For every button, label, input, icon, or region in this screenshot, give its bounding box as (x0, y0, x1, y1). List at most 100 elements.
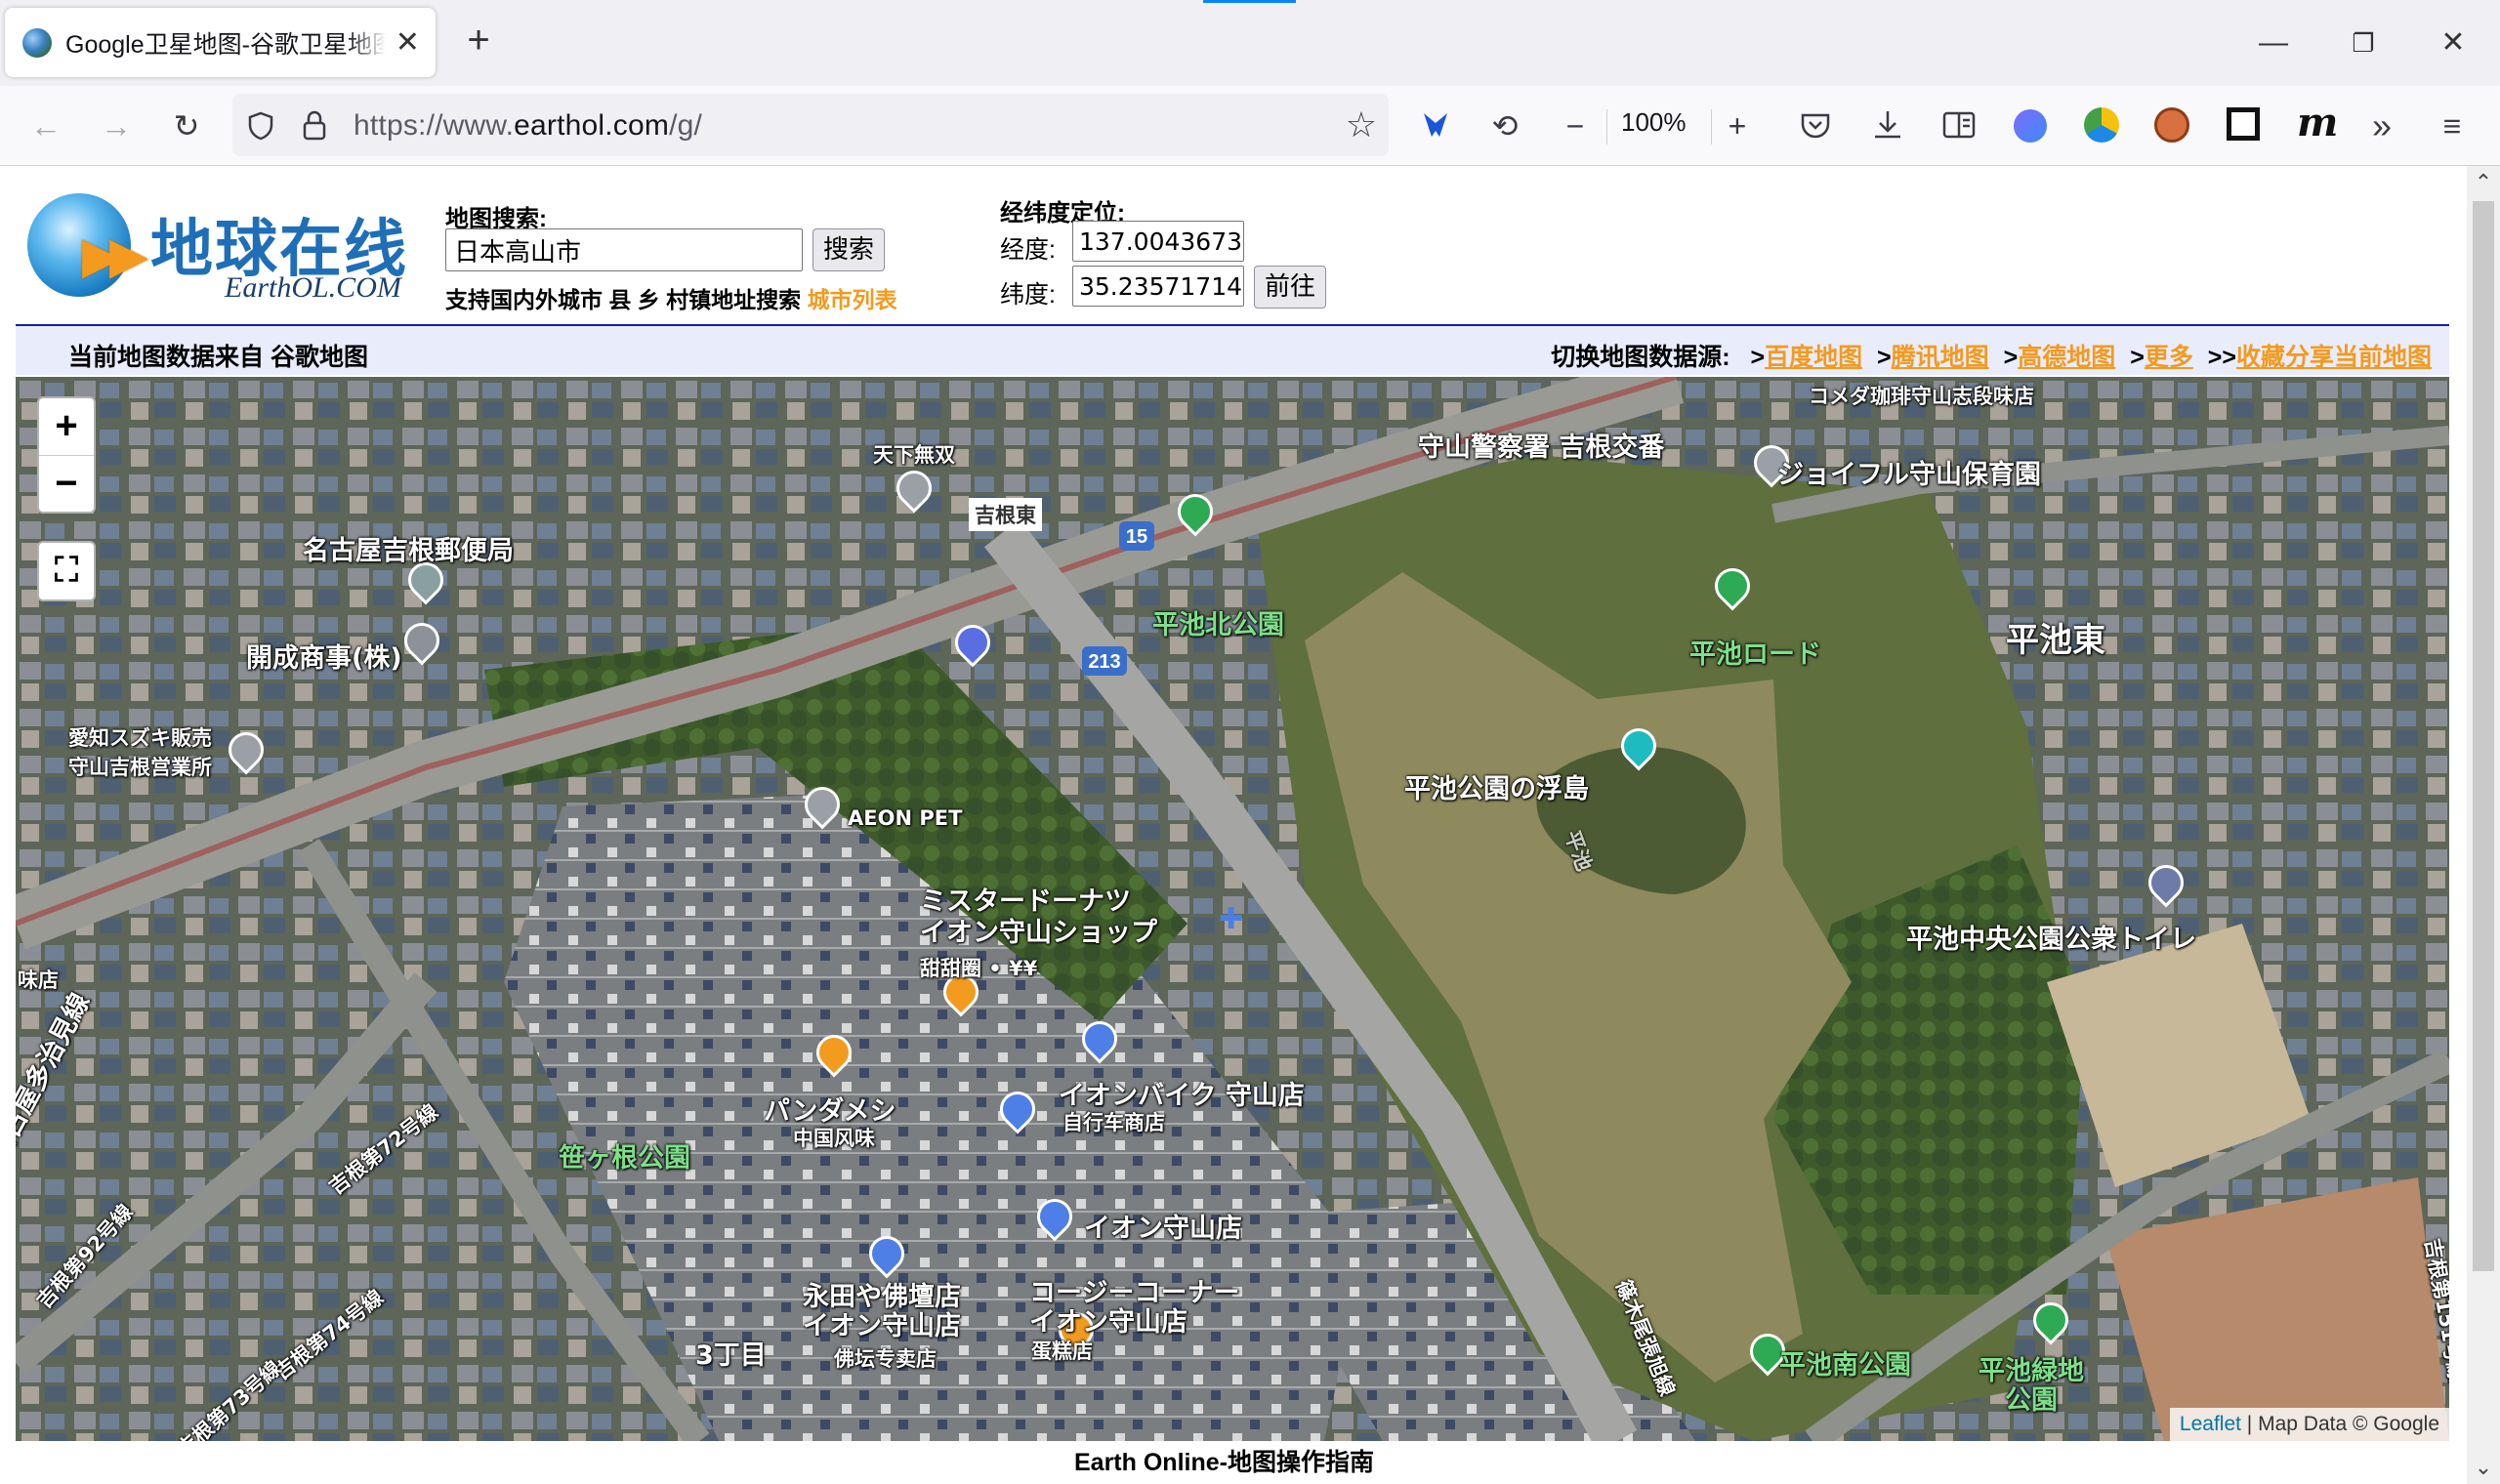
map-label: 笹ヶ根公園 (559, 1143, 690, 1174)
map-label: 平池公園の浮島 (1404, 774, 1589, 804)
new-tab-button[interactable]: + (459, 21, 498, 61)
url-text[interactable]: https://www.earthol.com/g/ (354, 109, 702, 143)
map-label: 佛坛专卖店 (834, 1347, 937, 1371)
map-label: 愛知スズキ販売 守山吉根営業所 (68, 726, 212, 779)
switch-source-label: 切换地图数据源: (1551, 344, 1730, 371)
tab-bar: Google卫星地图-谷歌卫星地图 ✕ + — ❐ ✕ (0, 0, 2500, 86)
map-label: 名古屋吉根郵便局 (303, 536, 514, 566)
search-note: 支持国内外城市 县 乡 村镇地址搜索 城市列表 (445, 287, 897, 312)
map-label: イオン守山店 (1084, 1214, 1242, 1244)
current-source: 当前地图数据来自 谷歌地图 (68, 344, 368, 371)
map-label: 甜甜圈 • ¥¥ (920, 957, 1038, 980)
bookmark-share-link[interactable]: 收藏分享当前地图 (2236, 344, 2432, 371)
go-button[interactable]: 前往 (1254, 266, 1327, 309)
switch-source: 切换地图数据源: >百度地图 >腾讯地图 >高德地图 >更多 >>收藏分享当前地… (1551, 344, 2432, 371)
more-sources-link[interactable]: 更多 (2145, 344, 2193, 371)
map-label: 蛋糕店 (1031, 1340, 1093, 1363)
map-zoom-in-button[interactable]: + (39, 398, 94, 455)
extension-icon-1[interactable] (2084, 107, 2119, 143)
restore-icon[interactable]: ❐ (2342, 21, 2385, 64)
scroll-thumb[interactable] (2473, 201, 2494, 1271)
zoom-out-icon[interactable]: − (1555, 105, 1596, 146)
logo-text-en: EarthOL.COM (225, 271, 401, 304)
map-label: 3丁目 (695, 1340, 767, 1371)
map-label: 平池東 (2006, 621, 2105, 660)
minimize-icon[interactable]: — (2252, 21, 2295, 64)
tab-active[interactable]: Google卫星地图-谷歌卫星地图 ✕ (5, 8, 436, 77)
page-content: ▶▶ 地球在线 EarthOL.COM 地图搜索: 搜索 支持国内外城市 县 乡… (0, 166, 2500, 1484)
map-guide-link[interactable]: Earth Online-地图操作指南 (1074, 1443, 1374, 1478)
leaflet-link[interactable]: Leaflet (2180, 1413, 2241, 1435)
back-arrow-icon[interactable]: ← (25, 105, 66, 146)
source-info-bar: 当前地图数据来自 谷歌地图 切换地图数据源: >百度地图 >腾讯地图 >高德地图… (16, 324, 2449, 375)
shield-icon[interactable] (246, 111, 275, 141)
tencent-map-link[interactable]: 腾讯地图 (1892, 344, 1989, 371)
search-input[interactable] (445, 228, 803, 271)
history-icon[interactable]: ⟲ (1484, 105, 1525, 146)
close-icon[interactable]: ✕ (394, 27, 422, 58)
address-bar[interactable]: https://www.earthol.com/g/ ☆ (232, 94, 1389, 156)
map-attribution: Leaflet | Map Data © Google (2169, 1408, 2449, 1441)
navigation-bar: ← → ↻ https://www.earthol.com/g/ ☆ ⟲ − 1… (0, 86, 2500, 166)
map-label: 守山警察署 吉根交番 (1418, 433, 1665, 463)
reader-view-icon[interactable] (1941, 109, 1977, 141)
hamburger-menu-icon[interactable]: ≡ (2432, 105, 2473, 146)
fullscreen-icon[interactable]: ⛶ (39, 543, 94, 599)
route-15-shield: 15 (1126, 526, 1147, 548)
globe-icon (22, 27, 52, 58)
map-label: ミスタードーナツ イオン守山ショップ (920, 886, 1157, 948)
download-icon[interactable] (1871, 107, 1904, 143)
longitude-input[interactable] (1072, 221, 1244, 262)
search-button[interactable]: 搜索 (812, 228, 886, 271)
reload-icon[interactable]: ↻ (166, 105, 207, 146)
amap-link[interactable]: 高德地图 (2018, 344, 2115, 371)
map-label: 自行车商店 (1062, 1111, 1165, 1134)
pocket-icon[interactable] (1799, 109, 1832, 143)
map-zoom-out-button[interactable]: − (39, 455, 94, 512)
map-label: AEON PET (848, 806, 963, 830)
account-icon[interactable] (2014, 109, 2047, 143)
bookmark-star-icon[interactable]: ☆ (1346, 105, 1377, 144)
page-scrollbar[interactable]: ⌃ ⌄ (2467, 166, 2500, 1484)
overflow-chevron-icon[interactable]: » (2361, 105, 2402, 146)
window-close-icon[interactable]: ✕ (2432, 21, 2475, 64)
map-label: ジョイフル守山保育園 (1777, 460, 2041, 490)
map-label: 中国风味 (793, 1127, 875, 1150)
map-search: 地图搜索: 搜索 支持国内外城市 县 乡 村镇地址搜索 城市列表 (445, 199, 897, 312)
zoom-in-icon[interactable]: + (1717, 105, 1758, 146)
forward-arrow-icon[interactable]: → (96, 105, 137, 146)
map-label: 吉根東 (969, 498, 1042, 531)
vpn-shield-icon[interactable] (1418, 107, 1453, 143)
arrows-icon: ▶▶ (82, 227, 148, 284)
zoom-control: + − (37, 396, 96, 514)
extension-icon-3[interactable] (2227, 107, 2260, 141)
fullscreen-control: ⛶ (37, 541, 96, 601)
scroll-up-icon[interactable]: ⌃ (2467, 166, 2500, 199)
zoom-level[interactable]: 100% (1621, 107, 1687, 138)
map-label: 永田や佛壇店 イオン守山店 (803, 1282, 961, 1341)
map-label: 天下無双 (873, 443, 955, 467)
tab-overflow-indicator (1203, 0, 1296, 3)
longitude-label: 经度: (1000, 236, 1056, 264)
extension-icon-4[interactable]: m (2297, 100, 2338, 145)
lock-icon[interactable] (301, 109, 328, 141)
latitude-input[interactable] (1072, 266, 1244, 307)
map-label: 平池中央公園公衆トイレ (1906, 925, 2196, 955)
map-label: コージーコーナー イオン守山店 (1029, 1278, 1240, 1338)
route-213-shield: 213 (1088, 651, 1120, 673)
map-label: 平池北公園 (1152, 610, 1284, 640)
location-crosshair-icon: ✚ (1219, 903, 1244, 935)
baidu-map-link[interactable]: 百度地图 (1765, 344, 1862, 371)
city-list-link[interactable]: 城市列表 (808, 287, 897, 312)
site-logo[interactable]: ▶▶ 地球在线 EarthOL.COM (27, 193, 438, 304)
satellite-map[interactable]: 15 213 + − ⛶ 天下無双 吉根東 名古屋吉根郵便局 開成商事(株) 愛… (16, 377, 2449, 1441)
tab-title: Google卫星地图-谷歌卫星地图 (65, 30, 386, 59)
map-label: 平池緑地 公園 (1979, 1356, 2084, 1416)
latitude-label: 纬度: (1000, 281, 1056, 309)
scroll-down-icon[interactable]: ⌄ (2467, 1451, 2500, 1484)
map-label: 開成商事(株) (246, 643, 402, 674)
map-label: 味店 (18, 969, 59, 992)
extension-icon-2[interactable] (2154, 107, 2189, 143)
map-label: 平池南公園 (1779, 1350, 1911, 1381)
map-label: コメダ珈琲守山志段味店 (1809, 385, 2034, 408)
